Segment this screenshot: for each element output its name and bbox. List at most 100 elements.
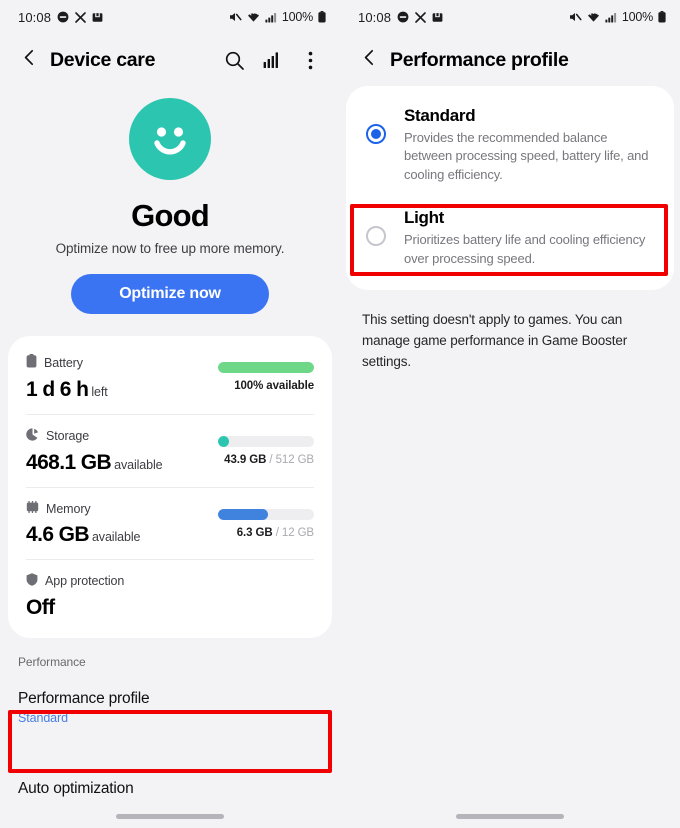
battery-icon [318,11,326,23]
performance-profile-screen: 10:08 100% Performance profile Standard … [340,0,680,828]
status-row-head: Battery [26,354,218,371]
status-row-app-protection[interactable]: App protection Off [8,559,332,632]
page-title: Performance profile [390,48,569,71]
memory-progress-label: 6.3 GB / 12 GB [218,527,314,539]
status-row-unit: available [114,458,163,472]
status-row-left: Memory 4.6 GB available [26,501,218,547]
status-row-memory[interactable]: Memory 4.6 GB available 6.3 GB / 12 GB [8,487,332,559]
bar-used-value: 43.9 GB [224,454,267,466]
status-row-unit: available [91,530,141,544]
storage-progress-bar [218,436,314,447]
status-bar-right: 100% [229,10,326,24]
option-standard[interactable]: Standard Provides the recommended balanc… [346,94,674,196]
status-row-left: App protection Off [26,573,218,620]
saved-image-icon [92,12,103,23]
option-title-light: Light [404,208,445,228]
more-options-icon[interactable] [298,48,322,72]
storage-icon [26,428,39,444]
status-bar: 10:08 100% [0,0,340,34]
status-bar-left: 10:08 [358,10,443,25]
status-row-head: App protection [26,573,218,589]
status-row-right: 100% available [218,354,314,392]
gesture-bar[interactable] [456,814,564,819]
status-row-label: Storage [46,429,90,443]
performance-profile-footnote: This setting doesn't apply to games. You… [362,312,628,370]
status-row-value-number: 468.1 GB [26,451,112,474]
storage-progress-label: 43.9 GB / 512 GB [218,454,314,466]
signal-icon [605,12,617,23]
battery-progress-fill [218,362,314,373]
status-row-label: Memory [46,501,91,516]
mute-x-icon [415,11,426,23]
radio-light[interactable] [366,226,386,247]
status-row-right [218,573,314,581]
back-button[interactable] [354,45,384,75]
status-row-right: 6.3 GB / 12 GB [218,501,314,539]
app-bar-actions [222,48,326,72]
status-row-value: Off [26,596,218,620]
option-title-standard: Standard [404,106,476,125]
sidebar-item-auto-optimization[interactable]: Auto optimization [0,780,340,828]
status-row-value-number: 1 d 6 h [26,378,89,401]
status-bar-clock: 10:08 [358,9,392,25]
storage-progress-fill [218,436,229,447]
option-body: Standard Provides the recommended balanc… [404,106,656,184]
option-desc-standard: Provides the recommended balance between… [404,130,649,182]
status-row-battery[interactable]: Battery 1 d 6 h left 100% available [8,340,332,414]
sidebar-item-performance-profile[interactable]: Performance profile Standard [0,675,340,739]
wifi-icon [587,11,600,23]
back-button[interactable] [14,45,44,75]
chart-icon[interactable] [260,48,284,72]
status-row-value: 468.1 GB available [26,451,218,475]
app-bar: Device care [0,34,340,86]
performance-profile-title: Performance profile [18,690,150,707]
option-light[interactable]: Light Prioritizes battery life and cooli… [346,196,674,280]
chevron-left-icon [21,49,38,71]
saved-image-icon [432,12,443,23]
status-row-left: Storage 468.1 GB available [26,428,218,475]
optimize-now-button[interactable]: Optimize now [71,274,269,314]
shield-icon [26,573,38,589]
bar-total-value: / 12 GB [275,527,314,539]
page-title: Device care [50,48,156,71]
status-row-label: Battery [44,355,83,370]
memory-icon [26,501,39,516]
battery-progress-bar [218,362,314,373]
status-bar: 10:08 100% [340,0,680,34]
battery-percent-label: 100% [621,10,653,24]
status-row-head: Memory [26,501,218,516]
dual-screenshot-container: 10:08 100% Device care Good Optimize now… [0,0,680,828]
search-icon[interactable] [222,48,246,72]
gesture-bar[interactable] [116,814,224,819]
wifi-icon [247,11,260,23]
memory-progress-bar [218,509,314,520]
device-status-label: Good [131,198,210,233]
device-status-hero: Good Optimize now to free up more memory… [0,86,340,314]
status-row-value: 4.6 GB available [26,523,218,547]
status-row-head: Storage [26,428,218,444]
status-row-right: 43.9 GB / 512 GB [218,428,314,466]
memory-progress-fill [218,509,268,520]
status-row-value: 1 d 6 h left [26,378,218,402]
performance-profile-value: Standard [18,711,68,725]
status-bar-clock: 10:08 [18,9,52,25]
mute-x-icon [75,11,86,23]
device-status-card: Battery 1 d 6 h left 100% available Stor… [8,336,332,638]
status-row-value-number: 4.6 GB [26,523,90,546]
option-desc-light: Prioritizes battery life and cooling eff… [404,232,646,266]
sound-muted-icon [229,11,242,23]
performance-preference-list: Performance profile Standard [0,675,340,739]
status-row-unit: left [91,385,108,399]
status-row-storage[interactable]: Storage 468.1 GB available 43.9 GB / 512 … [8,414,332,487]
bar-total-value: / 512 GB [269,454,314,466]
device-status-subtitle: Optimize now to free up more memory. [55,241,285,256]
signal-icon [265,12,277,23]
device-care-screen: 10:08 100% Device care Good Optimize now… [0,0,340,828]
radio-standard[interactable] [366,124,386,144]
dnd-icon [397,11,409,23]
battery-progress-label: 100% available [218,380,314,392]
battery-icon [658,11,666,23]
option-body: Light Prioritizes battery life and cooli… [404,208,656,268]
app-bar: Performance profile [340,34,680,86]
chevron-left-icon [361,49,378,71]
